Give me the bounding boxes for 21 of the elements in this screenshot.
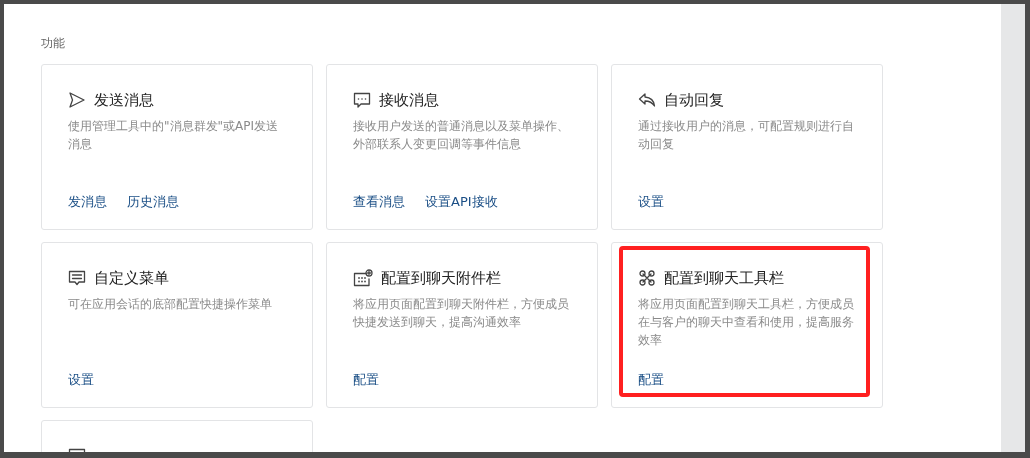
- card-title: 自定义菜单: [94, 267, 169, 289]
- card-link[interactable]: 设置: [68, 369, 94, 389]
- card-description: 使用管理工具中的"消息群发"或API发送消息: [68, 118, 280, 153]
- card-description: 将应用页面配置到聊天附件栏，方便成员快捷发送到聊天，提高沟通效率: [353, 296, 570, 331]
- card-title: 配置到聊天附件栏: [381, 267, 501, 289]
- section-title: 功能: [41, 35, 65, 52]
- card-link[interactable]: 查看消息: [353, 191, 405, 211]
- card-link[interactable]: 发消息: [68, 191, 107, 211]
- card-description: 将应用页面配置到聊天工具栏，方便成员在与客户的聊天中查看和使用，提高服务效率: [638, 296, 855, 349]
- card-title: 发送消息: [94, 89, 154, 111]
- card-link[interactable]: 配置: [353, 369, 379, 389]
- card-title: 配置到聊天工具栏: [664, 267, 784, 289]
- card-description: 通过接收用户的消息，可配置规则进行自动回复: [638, 118, 855, 153]
- card-link[interactable]: 设置: [638, 191, 664, 211]
- card-link[interactable]: 历史消息: [127, 191, 179, 211]
- card-description: 接收用户发送的普通消息以及菜单操作、外部联系人变更回调等事件信息: [353, 118, 570, 153]
- card-title: 自动回复: [664, 89, 724, 111]
- card-description: 可在应用会话的底部配置快捷操作菜单: [68, 296, 273, 313]
- card-link[interactable]: 设置API接收: [425, 191, 498, 211]
- card-link[interactable]: 配置: [638, 369, 664, 389]
- card-title: 接收消息: [379, 89, 439, 111]
